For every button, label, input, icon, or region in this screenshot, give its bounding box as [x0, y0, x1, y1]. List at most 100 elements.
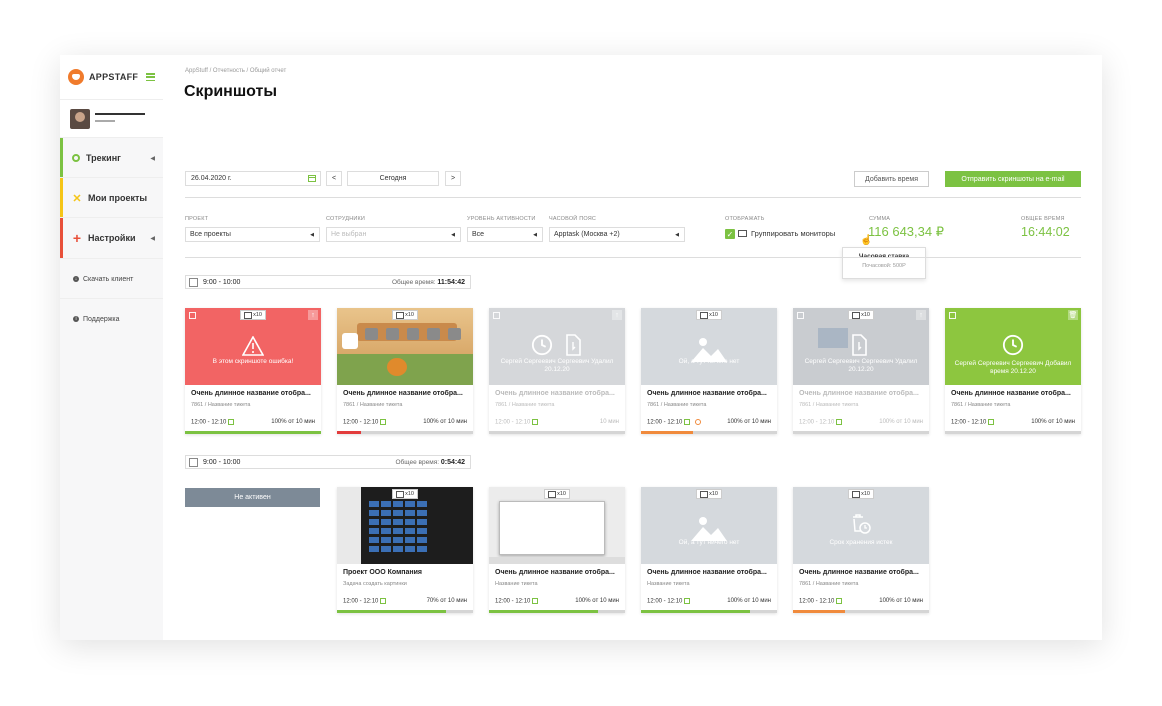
sidebar-item-projects[interactable]: ✕ Мои проекты	[60, 177, 163, 218]
next-day-button[interactable]: >	[445, 171, 461, 186]
sidebar-item-tracking[interactable]: Трекинг ◀	[60, 137, 163, 178]
today-button[interactable]: Сегодня	[347, 171, 439, 186]
screenshot-checkbox[interactable]	[493, 312, 500, 319]
screenshot-thumbnail[interactable]: Ой, а тут ничего нет x10	[641, 487, 777, 564]
project-select[interactable]: Все проекты ◀	[185, 227, 320, 242]
screenshot-card[interactable]: x10 Очень длинное название отобра... 7861 …	[337, 308, 473, 434]
screenshot-card[interactable]: x10 Очень длинное название отобра... Назва…	[489, 487, 625, 613]
edit-icon[interactable]	[532, 419, 539, 425]
screenshot-activity: 70% от 10 мин	[426, 598, 467, 604]
screenshot-time-range: 12:00 - 12:10	[951, 419, 987, 426]
activity-progress-fill	[185, 431, 321, 434]
screenshot-thumbnail[interactable]: x10	[337, 308, 473, 385]
edit-icon[interactable]	[532, 598, 539, 604]
add-time-button[interactable]: Добавить время	[854, 171, 929, 187]
screenshot-card[interactable]: Ой, а тут ничего нет x10 Очень длинное наз…	[641, 308, 777, 434]
screenshot-time: 12:00 - 12:10	[343, 419, 387, 426]
thumbnail-overlay-text: Срок хранения истек	[829, 539, 893, 546]
chevron-left-icon: ◀	[150, 155, 155, 162]
group-monitors-label[interactable]: Группировать мониторы	[751, 229, 835, 238]
rate-tooltip: Часовая ставка Почасовой: 500Р	[842, 247, 926, 279]
date-picker[interactable]: 26.04.2020 г.	[185, 171, 321, 186]
screenshot-thumbnail[interactable]: Срок хранения истек x10	[793, 487, 929, 564]
screenshot-count-label: x10	[405, 312, 414, 318]
screenshot-time: 12:00 - 12:10	[647, 419, 702, 426]
screenshot-card[interactable]: Сергей Сергеевич Сергеевич Удалил 20.12.…	[489, 308, 625, 434]
edit-icon[interactable]	[988, 419, 995, 425]
menu-icon[interactable]	[146, 73, 155, 81]
screenshot-count-label: x10	[861, 491, 870, 497]
screenshot-title: Очень длинное название отобра...	[799, 569, 919, 576]
screenshot-ticket: Задача создать картинки	[343, 581, 407, 587]
edit-icon[interactable]	[228, 419, 235, 425]
screenshot-thumbnail[interactable]: В этом скриншоте ошибка! x10 ↑	[185, 308, 321, 385]
app-screenshot	[499, 501, 605, 555]
screenshot-card[interactable]: Срок хранения истек x10 Очень длинное назв…	[793, 487, 929, 613]
user-role-redacted	[95, 120, 115, 122]
screenshot-thumbnail[interactable]: Сергей Сергеевич Сергеевич Добавил время…	[945, 308, 1081, 385]
trash-icon[interactable]: 🗑	[1068, 310, 1078, 320]
screenshot-activity: 10 мин	[599, 419, 619, 425]
edit-icon[interactable]	[836, 419, 843, 425]
edit-icon[interactable]	[684, 598, 691, 604]
screenshot-activity: 100% от 10 мин	[1031, 419, 1075, 425]
upload-icon[interactable]: ↑	[916, 310, 926, 320]
thumbnail-overlay-text: В этом скриншоте ошибка!	[212, 358, 294, 365]
group-monitors-checkbox[interactable]: ✓	[725, 229, 735, 239]
edit-icon[interactable]	[380, 419, 387, 425]
send-email-button[interactable]: Отправить скриншоты на e-mail	[945, 171, 1081, 187]
screenshot-checkbox[interactable]	[949, 312, 956, 319]
prev-day-button[interactable]: <	[326, 171, 342, 186]
warning-icon	[242, 336, 264, 356]
sidebar-link-download[interactable]: ↓ Скачать клиент	[60, 258, 163, 299]
screenshot-count-badge: x10	[696, 489, 722, 499]
edit-icon[interactable]	[380, 598, 387, 604]
caret-left-icon: ◀	[533, 231, 537, 238]
screenshot-ticket: 7861 / Название тикета	[647, 402, 707, 408]
activity-select[interactable]: Все ◀	[467, 227, 543, 242]
screenshot-activity: 100% от 10 мин	[423, 419, 467, 425]
download-icon: ↓	[73, 276, 79, 282]
screenshot-thumbnail[interactable]: x10	[489, 487, 625, 564]
screenshot-card[interactable]: x10 Проект ООО Компания Задача создать кар…	[337, 487, 473, 613]
sum-value[interactable]: 116 643,34 ₽	[868, 224, 944, 240]
edit-icon[interactable]	[836, 598, 843, 604]
screenshot-count-label: x10	[709, 491, 718, 497]
screenshot-time: 12:00 - 12:10	[495, 419, 539, 426]
screenshot-thumbnail[interactable]: Сергей Сергеевич Сергеевич Удалил 20.12.…	[489, 308, 625, 385]
screenshot-count-badge: x10	[848, 310, 874, 320]
screenshot-thumbnail[interactable]: Ой, а тут ничего нет x10	[641, 308, 777, 385]
screenshot-count-badge: x10	[392, 310, 418, 320]
employees-select[interactable]: Не выбран ◀	[326, 227, 461, 242]
screenshot-checkbox[interactable]	[189, 312, 196, 319]
screenshot-checkbox[interactable]	[797, 312, 804, 319]
screenshot-card[interactable]: Сергей Сергеевич Сергеевич Добавил время…	[945, 308, 1081, 434]
sidebar-link-support[interactable]: i Поддержка	[60, 298, 163, 339]
upload-icon[interactable]: ↑	[612, 310, 622, 320]
screenshot-title: Очень длинное название отобра...	[799, 390, 919, 397]
hand-cursor-icon: ☝	[860, 235, 873, 246]
hour-total: Общее время: 11:54:42	[391, 278, 465, 286]
sidebar-item-label: Мои проекты	[88, 193, 148, 203]
breadcrumb[interactable]: AppStuff / Отчетность / Общий отчет	[185, 68, 286, 74]
timezone-select[interactable]: Apptask (Москва +2) ◀	[549, 227, 685, 242]
screenshot-card[interactable]: В этом скриншоте ошибка! x10 ↑ Очень длинно…	[185, 308, 321, 434]
hour-group-checkbox[interactable]	[189, 457, 198, 467]
hour-group-checkbox[interactable]	[189, 277, 198, 287]
screenshot-activity: 100% от 10 мин	[879, 419, 923, 425]
screenshot-ticket: 7861 / Название тикета	[495, 402, 555, 408]
upload-icon[interactable]: ↑	[308, 310, 318, 320]
calendar-icon[interactable]	[308, 175, 316, 182]
sidebar-item-settings[interactable]: + Настройки ◀	[60, 217, 163, 258]
edit-icon[interactable]	[684, 419, 691, 425]
activity-progress-bar	[793, 610, 929, 613]
user-profile[interactable]	[60, 99, 163, 139]
screenshot-time-range: 12:00 - 12:10	[343, 419, 379, 426]
screenshot-card[interactable]: Сергей Сергеевич Сергеевич Удалил 20.12.…	[793, 308, 929, 434]
screenshot-activity: 100% от 10 мин	[575, 598, 619, 604]
screenshot-card[interactable]: Ой, а тут ничего нет x10 Очень длинное наз…	[641, 487, 777, 613]
screenshot-time: 12:00 - 12:10	[343, 598, 387, 605]
screenshot-thumbnail[interactable]: Сергей Сергеевич Сергеевич Удалил 20.12.…	[793, 308, 929, 385]
screenshot-thumbnail[interactable]: x10	[337, 487, 473, 564]
screenshot-title: Очень длинное название отобра...	[495, 390, 615, 397]
